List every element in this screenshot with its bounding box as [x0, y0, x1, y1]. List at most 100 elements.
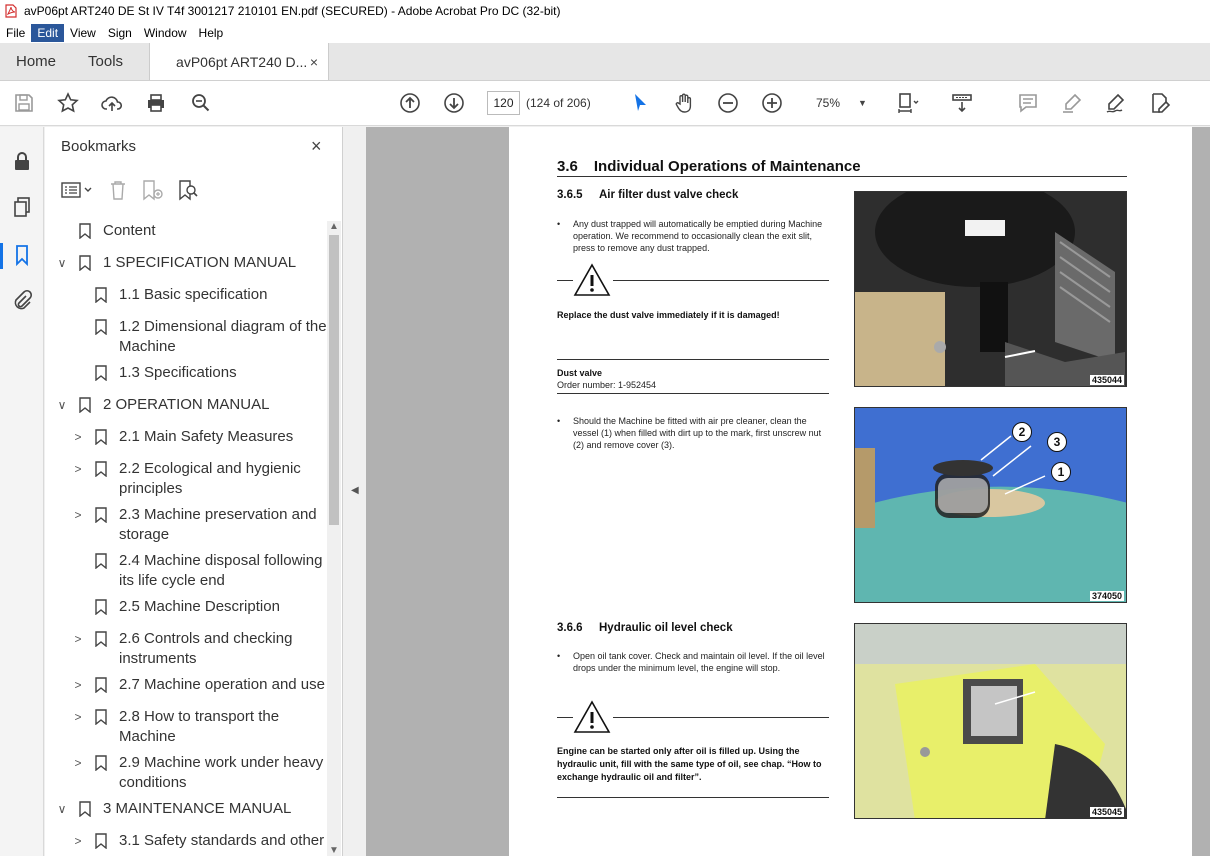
menu-file[interactable]: File [0, 24, 31, 42]
scroll-up-chevron-icon[interactable]: ▲ [329, 221, 339, 232]
tab-close-icon[interactable]: × [310, 54, 318, 70]
bullet-mark: • [557, 219, 561, 229]
bookmark-item[interactable]: ∨ 1 SPECIFICATION MANUAL [55, 253, 327, 273]
expand-chevron-right-icon[interactable]: > [71, 629, 85, 649]
save-icon[interactable] [12, 91, 36, 115]
paragraph-pre-cleaner: Should the Machine be fitted with air pr… [573, 416, 822, 450]
tab-home-label: Home [16, 53, 57, 70]
bookmark-item[interactable]: >3.1 Safety standards and other [71, 831, 327, 851]
bookmark-flag-icon [95, 553, 107, 569]
bookmark-scrollbar[interactable]: ▲ ▼ [327, 221, 341, 856]
bookmark-label: 2.3 Machine preservation and storage [119, 506, 317, 543]
bookmark-item[interactable]: 1.3 Specifications [71, 363, 327, 383]
bookmark-item[interactable]: >2.6 Controls and checking instruments [71, 629, 327, 669]
bookmark-list: Content ∨ 1 SPECIFICATION MANUAL 1.1 Basic … [45, 221, 327, 856]
zoom-level-select[interactable]: 75% [816, 96, 840, 110]
warning-rule-left [557, 280, 573, 281]
print-icon[interactable] [144, 91, 168, 115]
document-viewer[interactable]: 3.6 Individual Operations of Maintenance … [366, 127, 1210, 856]
window-titlebar: avP06pt ART240 DE St IV T4f 3001217 2101… [0, 0, 1210, 22]
warning-text-oil: Engine can be started only after oil is … [557, 746, 822, 782]
bookmark-flag-icon [95, 709, 107, 725]
expand-chevron-down-icon[interactable]: ∨ [55, 253, 69, 273]
bookmark-item[interactable]: >2.7 Machine operation and use [71, 675, 327, 695]
delete-bookmark-icon[interactable] [107, 179, 129, 201]
bookmark-flag-icon [95, 833, 107, 849]
panel-collapse-bar[interactable]: ◀ [343, 127, 366, 856]
comment-icon[interactable] [1016, 91, 1040, 115]
bookmark-flag-icon [95, 507, 107, 523]
edit-pdf-icon[interactable] [1148, 91, 1172, 115]
page-number-input[interactable]: 120 [487, 91, 520, 115]
warning-triangle-icon [573, 263, 611, 296]
fill-sign-icon[interactable] [1104, 91, 1128, 115]
zoom-search-icon[interactable] [189, 91, 213, 115]
main-toolbar: 120 (124 of 206) 75% ▼ [0, 81, 1210, 126]
bookmark-label: Content [103, 222, 156, 239]
collapse-left-chevron-icon[interactable]: ◀ [351, 485, 359, 496]
expand-chevron-right-icon[interactable]: > [71, 675, 85, 695]
star-icon[interactable] [56, 91, 80, 115]
expand-chevron-right-icon[interactable]: > [71, 505, 85, 525]
section-heading: 3.6 Individual Operations of Maintenance [557, 158, 861, 175]
bookmarks-close-icon[interactable]: × [311, 136, 322, 157]
bookmark-options-icon[interactable] [61, 179, 95, 201]
new-bookmark-icon[interactable] [141, 179, 165, 201]
hand-tool-icon[interactable] [672, 91, 696, 115]
page-thumbnails-icon[interactable] [10, 195, 34, 219]
next-page-icon[interactable] [442, 91, 466, 115]
bookmark-item[interactable]: 2.5 Machine Description [71, 597, 327, 617]
bookmark-item[interactable]: 2.4 Machine disposal following its life … [71, 551, 327, 591]
expand-chevron-right-icon[interactable]: > [71, 831, 85, 851]
select-cursor-icon[interactable] [628, 91, 652, 115]
subsection-heading-366: 3.6.6 Hydraulic oil level check [557, 622, 733, 634]
bookmark-item[interactable]: >2.9 Machine work under heavy conditions [71, 753, 327, 793]
expand-chevron-right-icon[interactable]: > [71, 753, 85, 773]
menu-sign[interactable]: Sign [102, 24, 138, 42]
menu-window[interactable]: Window [138, 24, 193, 42]
bookmark-item[interactable]: >2.3 Machine preservation and storage [71, 505, 327, 545]
bookmark-flag-icon [95, 287, 107, 303]
find-bookmark-icon[interactable] [177, 179, 199, 201]
attachment-paperclip-icon[interactable] [10, 289, 34, 313]
page-fit-icon[interactable] [896, 91, 920, 115]
tab-document[interactable]: avP06pt ART240 D... × [149, 43, 330, 80]
bookmark-item[interactable]: 1.1 Basic specification [71, 285, 327, 305]
bookmark-item[interactable]: 1.2 Dimensional diagram of the Machine [71, 317, 327, 357]
menu-edit[interactable]: Edit [31, 23, 65, 42]
bookmark-item[interactable]: >2.2 Ecological and hygienic principles [71, 459, 327, 499]
bookmark-flag-icon [95, 461, 107, 477]
expand-chevron-down-icon[interactable]: ∨ [55, 395, 69, 415]
scroll-down-chevron-icon[interactable]: ▼ [329, 845, 339, 856]
scrollbar-thumb[interactable] [329, 235, 339, 525]
expand-chevron-right-icon[interactable]: > [71, 427, 85, 447]
zoom-out-icon[interactable] [716, 91, 740, 115]
menu-help[interactable]: Help [193, 24, 230, 42]
tab-tools[interactable]: Tools [72, 43, 139, 80]
bookmark-panel-icon[interactable] [10, 243, 34, 267]
menu-view[interactable]: View [64, 24, 102, 42]
bookmark-item[interactable]: ∨ 3 MAINTENANCE MANUAL [55, 799, 327, 819]
expand-chevron-right-icon[interactable]: > [71, 459, 85, 479]
lock-icon[interactable] [10, 149, 34, 173]
previous-page-icon[interactable] [398, 91, 422, 115]
bookmark-item[interactable]: Content [55, 221, 327, 241]
bookmark-item[interactable]: >2.8 How to transport the Machine [71, 707, 327, 747]
highlight-pen-icon[interactable] [1060, 91, 1084, 115]
expand-chevron-right-icon[interactable]: > [71, 707, 85, 727]
paragraph-oil-level: Open oil tank cover. Check and maintain … [573, 651, 825, 673]
zoom-in-icon[interactable] [760, 91, 784, 115]
bookmark-flag-icon [79, 397, 91, 413]
expand-chevron-down-icon[interactable]: ∨ [55, 799, 69, 819]
scroll-mode-icon[interactable] [950, 91, 974, 115]
bookmark-item[interactable]: >2.1 Main Safety Measures [71, 427, 327, 447]
cloud-upload-icon[interactable] [100, 91, 124, 115]
bookmark-item[interactable]: ∨ 2 OPERATION MANUAL [55, 395, 327, 415]
tab-home[interactable]: Home [0, 43, 72, 80]
section-title: Individual Operations of Maintenance [593, 158, 861, 175]
zoom-dropdown-chevron-icon[interactable]: ▼ [858, 98, 867, 108]
bookmark-flag-icon [95, 677, 107, 693]
bookmark-label: 2.2 Ecological and hygienic principles [119, 460, 301, 497]
bookmark-flag-icon [95, 599, 107, 615]
bookmark-label: 2.1 Main Safety Measures [119, 428, 294, 445]
